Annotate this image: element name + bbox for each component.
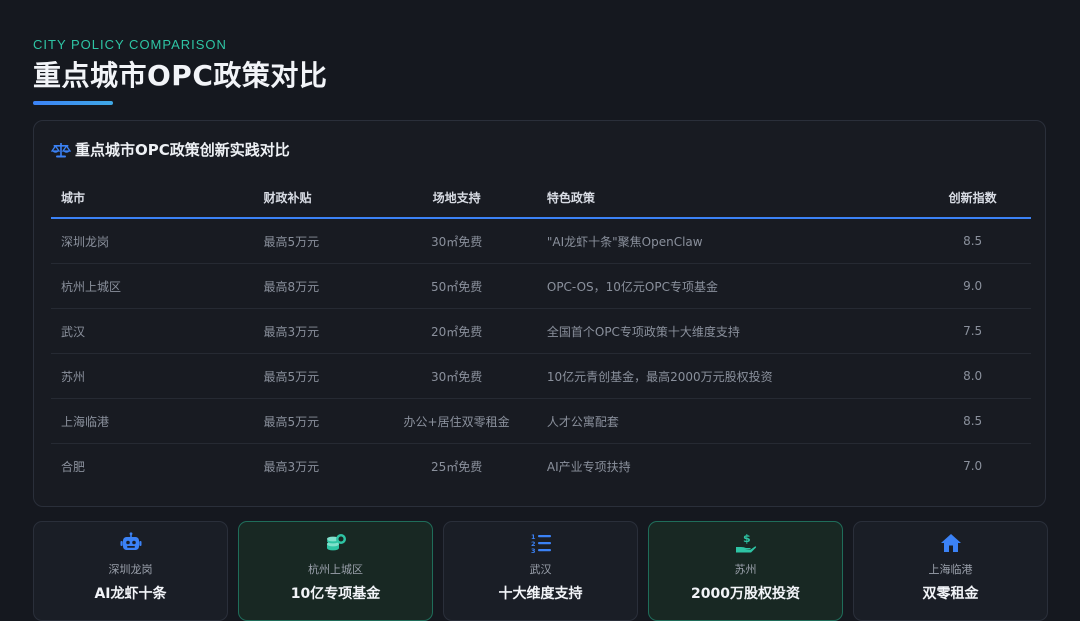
table-row: 合肥 最高3万元 25㎡免费 AI产业专项扶持 7.0 xyxy=(51,444,1031,489)
highlight-card-shenzhen: 深圳龙岗 AI龙虾十条 xyxy=(33,521,228,621)
card-value: AI龙虾十条 xyxy=(94,586,167,602)
cell-city: 杭州上城区 xyxy=(51,263,256,309)
table-row: 苏州 最高5万元 30㎡免费 10亿元青创基金，最高2000万元股权投资 8.0 xyxy=(51,353,1031,399)
panel-header: 重点城市OPC政策创新实践对比 xyxy=(50,139,290,160)
cell-feature: OPC-OS，10亿元OPC专项基金 xyxy=(528,263,875,309)
card-city-label: 武汉 xyxy=(529,563,552,576)
cell-subsidy: 最高3万元 xyxy=(263,459,320,474)
card-value: 10亿专项基金 xyxy=(290,586,381,602)
scale-icon xyxy=(50,140,72,160)
cell-site: 30㎡免费 xyxy=(384,218,529,264)
cell-subsidy: 最高5万元 xyxy=(255,398,385,444)
column-header-site: 场地支持 xyxy=(384,177,529,219)
card-value: 双零租金 xyxy=(922,586,979,602)
home-icon xyxy=(940,532,962,554)
cell-feature: AI产业专项扶持 xyxy=(546,459,631,474)
table-row: 上海临港 最高5万元 办公+居住双零租金 人才公寓配套 8.5 xyxy=(51,398,1031,444)
cell-subsidy: 最高5万元 xyxy=(255,218,385,264)
cell-city: 武汉 xyxy=(51,308,256,354)
cell-city: 上海临港 xyxy=(51,398,256,444)
cell-city: 苏州 xyxy=(51,353,256,399)
policy-table: 城市 财政补贴 场地支持 特色政策 创新指数 深圳龙岗 最高5万元 30㎡免费 … xyxy=(51,177,1031,488)
table-header-row: 城市 财政补贴 场地支持 特色政策 创新指数 xyxy=(51,177,1031,219)
title-underline xyxy=(33,101,113,105)
card-value: 十大维度支持 xyxy=(498,586,583,602)
cell-feature: 全国首个OPC专项政策十大维度支持 xyxy=(528,308,875,354)
cell-feature: 人才公寓配套 xyxy=(528,398,875,444)
cell-subsidy: 最高8万元 xyxy=(255,263,385,309)
card-city-label: 上海临港 xyxy=(928,563,973,576)
cell-index: 8.0 xyxy=(874,353,1031,399)
column-header-index: 创新指数 xyxy=(874,177,1031,219)
cell-index: 7.0 xyxy=(963,459,983,473)
cell-subsidy: 最高5万元 xyxy=(255,353,385,399)
section-eyebrow: CITY POLICY COMPARISON xyxy=(33,37,227,52)
cell-index: 8.5 xyxy=(874,398,1031,444)
highlight-card-wuhan: 1 2 3 武汉 十大维度支持 xyxy=(443,521,638,621)
robot-icon xyxy=(120,532,142,554)
card-city-label: 苏州 xyxy=(734,563,757,576)
numbered-list-icon: 1 2 3 xyxy=(530,532,552,555)
cell-index: 8.5 xyxy=(874,218,1031,264)
cell-site: 30㎡免费 xyxy=(384,353,529,399)
column-header-subsidy: 财政补贴 xyxy=(255,177,385,219)
cell-feature: "AI龙虾十条"聚焦OpenClaw xyxy=(528,218,875,264)
column-header-feature: 特色政策 xyxy=(528,177,875,219)
table-row: 杭州上城区 最高8万元 50㎡免费 OPC-OS，10亿元OPC专项基金 9.0 xyxy=(51,263,1031,309)
svg-text:$: $ xyxy=(743,532,751,545)
hand-money-icon: $ xyxy=(735,532,757,554)
card-city-label: 深圳龙岗 xyxy=(108,563,153,576)
panel-title: 重点城市OPC政策创新实践对比 xyxy=(75,141,290,159)
table-row: 深圳龙岗 最高5万元 30㎡免费 "AI龙虾十条"聚焦OpenClaw 8.5 xyxy=(51,218,1031,264)
card-value: 2000万股权投资 xyxy=(691,586,800,602)
cell-city: 深圳龙岗 xyxy=(51,218,256,264)
cell-index: 9.0 xyxy=(874,263,1031,309)
highlight-card-shanghai: 上海临港 双零租金 xyxy=(853,521,1048,621)
highlight-cards: 深圳龙岗 AI龙虾十条 杭州上城区 10亿专项基金 1 2 3 武汉 十大维度支… xyxy=(33,521,1048,621)
cell-feature: 10亿元青创基金，最高2000万元股权投资 xyxy=(528,353,875,399)
policy-comparison-panel: 重点城市OPC政策创新实践对比 城市 财政补贴 场地支持 特色政策 创新指数 深… xyxy=(33,120,1046,507)
cell-site: 50㎡免费 xyxy=(384,263,529,309)
card-city-label: 杭州上城区 xyxy=(308,563,363,576)
highlight-card-hangzhou: 杭州上城区 10亿专项基金 xyxy=(238,521,433,621)
highlight-card-suzhou: $ 苏州 2000万股权投资 xyxy=(648,521,843,621)
column-header-city: 城市 xyxy=(51,177,256,219)
cell-city: 合肥 xyxy=(61,459,86,474)
coins-icon xyxy=(325,532,347,554)
cell-site: 办公+居住双零租金 xyxy=(384,398,529,444)
cell-site: 25㎡免费 xyxy=(430,459,483,474)
svg-text:3: 3 xyxy=(531,547,536,554)
cell-subsidy: 最高3万元 xyxy=(255,308,385,354)
cell-index: 7.5 xyxy=(874,308,1031,354)
cell-site: 20㎡免费 xyxy=(384,308,529,354)
table-row: 武汉 最高3万元 20㎡免费 全国首个OPC专项政策十大维度支持 7.5 xyxy=(51,308,1031,354)
page-title: 重点城市OPC政策对比 xyxy=(33,59,328,92)
